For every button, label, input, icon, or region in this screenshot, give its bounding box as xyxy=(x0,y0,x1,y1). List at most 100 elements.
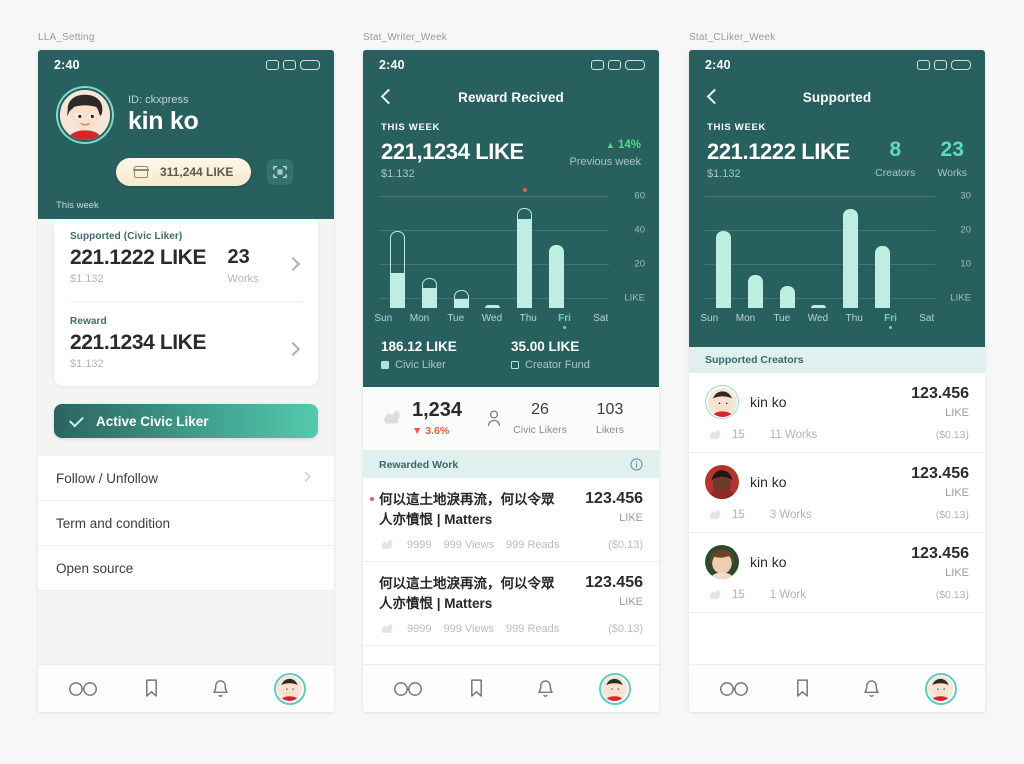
status-icons xyxy=(591,60,645,70)
likers-label: Likers xyxy=(595,423,624,436)
work-title: 何以這土地淚再流，何以令眾人亦憤恨 | Matters xyxy=(379,576,555,611)
like-coin-icon xyxy=(381,539,393,549)
x-tick-sun: Sun xyxy=(700,313,719,324)
reward-card-row[interactable]: Reward 221.1234 LIKE $1.132 xyxy=(54,302,318,386)
tab-reader[interactable] xyxy=(712,672,756,706)
frame-label: Stat_CLiker_Week xyxy=(689,32,776,43)
menu-item-follow-unfollow[interactable]: Follow / Unfollow xyxy=(38,456,334,501)
tab-bookmarks[interactable] xyxy=(455,672,499,706)
legend-value: 35.00 LIKE xyxy=(511,339,580,354)
avatar xyxy=(273,672,306,705)
section-title: Rewarded Work xyxy=(379,458,459,471)
bar-mon[interactable] xyxy=(415,198,444,308)
menu-item-open-source[interactable]: Open source xyxy=(38,546,334,591)
tab-notifications[interactable] xyxy=(524,672,568,706)
bar-sat[interactable] xyxy=(900,198,929,308)
tab-profile[interactable] xyxy=(268,672,312,706)
bar-thu[interactable] xyxy=(511,188,540,308)
status-bar: 2:40 xyxy=(689,50,985,80)
avatar-boy-image xyxy=(707,387,737,417)
bar-segment-creator-fund xyxy=(517,208,533,219)
creator-list-item[interactable]: kin ko 123.456 LIKE 15 1 Work ($0.13) xyxy=(689,533,985,613)
avatar xyxy=(705,465,739,499)
bar-wed[interactable] xyxy=(805,198,834,308)
bottom-tab-bar xyxy=(363,664,659,712)
chevron-right-icon xyxy=(300,470,316,486)
bar-mon[interactable] xyxy=(741,198,770,308)
balance-pill[interactable]: 311,244 LIKE xyxy=(116,158,252,186)
profile-id: ID: ckxpress xyxy=(128,94,189,106)
menu-item-term-and-condition[interactable]: Term and condition xyxy=(38,501,334,546)
rewarded-work-section-header: Rewarded Work xyxy=(363,451,659,478)
supported-works-label: Works xyxy=(227,273,259,285)
stat-amount: 221.1222 LIKE xyxy=(707,139,850,164)
bar-segment-civic-liker xyxy=(517,219,533,308)
legend-swatch-filled xyxy=(381,361,389,369)
work-list-item[interactable]: 何以這土地淚再流，何以令眾人亦憤恨 | Matters 123.456 LIKE… xyxy=(363,562,659,647)
tab-bookmarks[interactable] xyxy=(130,672,174,706)
bar-value xyxy=(811,305,827,308)
bar-tue[interactable] xyxy=(773,198,802,308)
reward-label: Reward xyxy=(70,316,107,327)
chart-x-axis: Sun Mon Tue Wed Thu Fri Sat xyxy=(693,313,943,329)
status-clock: 2:40 xyxy=(379,58,405,72)
status-icons xyxy=(266,60,320,70)
work-list-item[interactable]: 何以這土地淚再流，何以令眾人亦憤恨 | Matters 123.456 LIKE… xyxy=(363,478,659,563)
tab-profile[interactable] xyxy=(593,672,637,706)
creator-works: 11 Works xyxy=(769,429,818,441)
avatar[interactable] xyxy=(56,86,114,144)
battery-icon xyxy=(951,60,971,70)
chart-legend: 186.12 LIKE Civic Liker 35.00 LIKE Creat… xyxy=(363,329,659,387)
tab-notifications[interactable] xyxy=(199,672,243,706)
bell-icon xyxy=(213,680,228,697)
tab-profile[interactable] xyxy=(919,672,963,706)
bar-sun[interactable] xyxy=(709,198,738,308)
tab-bookmarks[interactable] xyxy=(781,672,825,706)
menu-item-label: Follow / Unfollow xyxy=(56,470,159,486)
bar-thu[interactable] xyxy=(837,198,866,308)
bar-sat[interactable] xyxy=(574,198,603,308)
bar-wed[interactable] xyxy=(479,198,508,308)
tab-reader[interactable] xyxy=(61,672,105,706)
chart-bars xyxy=(383,188,603,308)
creator-list-item[interactable]: kin ko 123.456 LIKE 15 11 Works ($0.13) xyxy=(689,373,985,453)
kpi-label: Creators xyxy=(875,167,916,179)
bar-segment-civic-liker xyxy=(549,245,565,308)
chart-bars xyxy=(709,198,929,308)
bar-fri[interactable] xyxy=(542,198,571,308)
settings-menu: Follow / Unfollow Term and condition Ope… xyxy=(38,456,334,591)
y-axis-unit: LIKE xyxy=(624,292,645,304)
bar-tue[interactable] xyxy=(447,198,476,308)
weekly-supported-chart: 30 20 10 LIKE xyxy=(705,190,971,308)
wifi-icon xyxy=(608,60,621,70)
bar-sun[interactable] xyxy=(383,198,412,308)
work-usd: ($0.13) xyxy=(608,623,643,636)
bar-value xyxy=(843,209,859,308)
tab-reader[interactable] xyxy=(386,672,430,706)
x-tick-sat: Sat xyxy=(919,313,935,324)
bar-fri[interactable] xyxy=(868,198,897,308)
legend-swatch-outline xyxy=(511,361,519,369)
likes-delta: ▼ 3.6% xyxy=(412,425,450,437)
balance-row: 311,244 LIKE xyxy=(38,144,334,186)
y-tick-label: 30 xyxy=(960,190,971,202)
info-icon[interactable] xyxy=(630,458,643,471)
qr-scan-button[interactable] xyxy=(267,159,294,185)
likes-summary: 1,234 ▼ 3.6% xyxy=(381,399,479,437)
tab-notifications[interactable] xyxy=(850,672,894,706)
avatar-image xyxy=(60,90,110,140)
supported-amount: 221.1222 LIKE xyxy=(70,246,207,269)
avatar-image xyxy=(277,676,302,701)
work-amount-unit: LIKE xyxy=(619,596,643,609)
work-reads: 999 Reads xyxy=(506,623,560,636)
supported-card-row[interactable]: Supported (Civic Liker) 221.1222 LIKE $1… xyxy=(54,219,318,301)
creator-list-item[interactable]: kin ko 123.456 LIKE 15 3 Works ($0.13) xyxy=(689,453,985,533)
stat-usd: $1.132 xyxy=(381,168,415,180)
active-civic-liker-label: Active Civic Liker xyxy=(96,413,209,429)
bar-segment-civic-liker xyxy=(453,299,469,308)
active-civic-liker-button[interactable]: Active Civic Liker xyxy=(54,404,318,438)
glasses-icon xyxy=(68,681,97,696)
unread-dot-icon xyxy=(370,497,374,501)
bar-value xyxy=(747,275,763,308)
teal-header: 2:40 ID: ckxpress kin ko 311,244 LIKE Th… xyxy=(38,50,334,219)
